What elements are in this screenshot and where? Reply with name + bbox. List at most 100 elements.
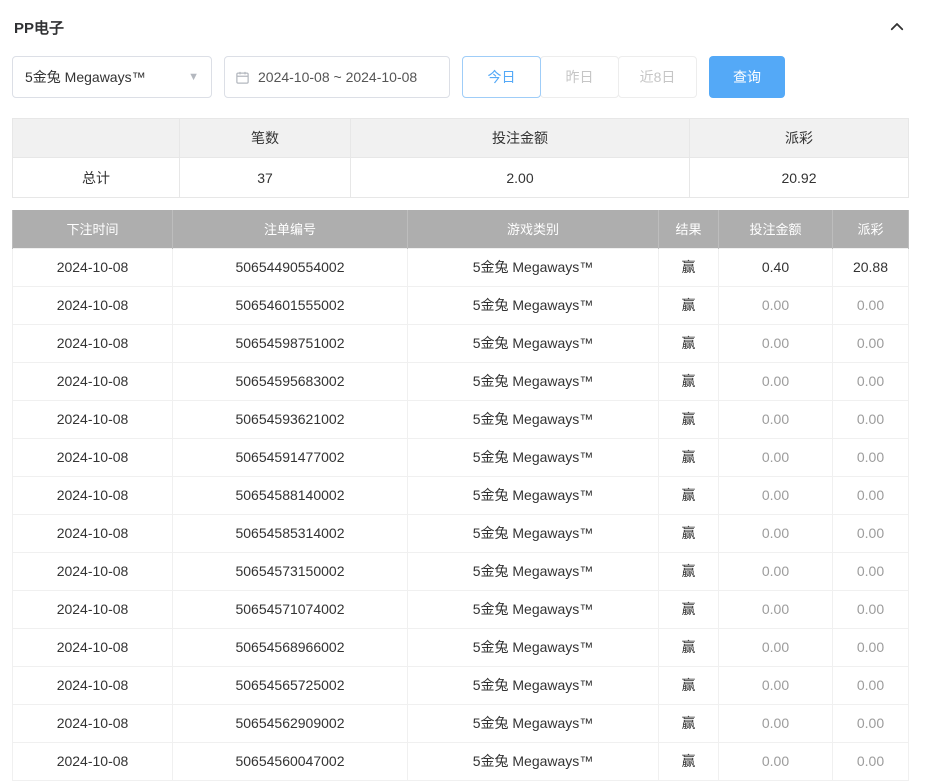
table-cell: 赢 — [659, 286, 719, 324]
table-cell: 赢 — [659, 438, 719, 476]
table-cell: 2024-10-08 — [13, 476, 173, 514]
table-cell: 赢 — [659, 324, 719, 362]
table-cell: 2024-10-08 — [13, 628, 173, 666]
table-cell: 50654573150002 — [173, 552, 408, 590]
table-cell: 2024-10-08 — [13, 324, 173, 362]
table-cell: 0.00 — [833, 742, 909, 780]
table-cell: 0.00 — [833, 590, 909, 628]
collapse-button[interactable] — [886, 16, 908, 38]
table-cell: 赢 — [659, 362, 719, 400]
table-cell: 5金兔 Megaways™ — [408, 324, 659, 362]
table-cell: 50654591477002 — [173, 438, 408, 476]
date-range-picker[interactable]: 2024-10-08 ~ 2024-10-08 — [224, 56, 450, 98]
table-cell: 50654490554002 — [173, 248, 408, 286]
date-range-value: 2024-10-08 ~ 2024-10-08 — [258, 69, 417, 85]
summary-total-bet-amount: 2.00 — [351, 158, 690, 198]
table-cell: 2024-10-08 — [13, 590, 173, 628]
table-cell: 50654565725002 — [173, 666, 408, 704]
table-cell: 赢 — [659, 704, 719, 742]
table-cell: 0.00 — [719, 552, 833, 590]
table-cell: 5金兔 Megaways™ — [408, 248, 659, 286]
table-cell: 0.00 — [719, 514, 833, 552]
table-cell: 20.88 — [833, 248, 909, 286]
last-8-days-button[interactable]: 近8日 — [618, 56, 697, 98]
table-cell: 2024-10-08 — [13, 438, 173, 476]
calendar-icon — [235, 70, 250, 85]
table-cell: 5金兔 Megaways™ — [408, 704, 659, 742]
table-cell: 0.40 — [719, 248, 833, 286]
today-button[interactable]: 今日 — [462, 56, 541, 98]
table-cell: 0.00 — [719, 590, 833, 628]
bet-rows: 2024-10-08506544905540025金兔 Megaways™赢0.… — [13, 248, 909, 780]
table-cell: 0.00 — [833, 514, 909, 552]
table-cell: 赢 — [659, 742, 719, 780]
table-cell: 5金兔 Megaways™ — [408, 362, 659, 400]
game-select-value: 5金兔 Megaways™ — [25, 67, 146, 87]
col-header-bet-amount: 投注金额 — [719, 210, 833, 248]
table-row: 2024-10-08506545853140025金兔 Megaways™赢0.… — [13, 514, 909, 552]
table-cell: 50654598751002 — [173, 324, 408, 362]
table-cell: 2024-10-08 — [13, 286, 173, 324]
table-cell: 0.00 — [833, 476, 909, 514]
table-cell: 2024-10-08 — [13, 666, 173, 704]
bet-records-table: 下注时间 注单编号 游戏类别 结果 投注金额 派彩 2024-10-085065… — [12, 210, 909, 781]
quick-date-buttons: 今日 昨日 近8日 — [462, 56, 697, 98]
table-cell: 赢 — [659, 514, 719, 552]
col-header-result: 结果 — [659, 210, 719, 248]
table-cell: 0.00 — [719, 628, 833, 666]
summary-header-count: 笔数 — [180, 119, 351, 158]
col-header-payout: 派彩 — [833, 210, 909, 248]
table-cell: 赢 — [659, 400, 719, 438]
table-cell: 0.00 — [833, 324, 909, 362]
chevron-down-icon: ▼ — [188, 71, 199, 83]
col-header-game-category: 游戏类别 — [408, 210, 659, 248]
table-cell: 5金兔 Megaways™ — [408, 476, 659, 514]
table-cell: 0.00 — [833, 552, 909, 590]
table-cell: 2024-10-08 — [13, 742, 173, 780]
summary-header-bet-amount: 投注金额 — [351, 119, 690, 158]
yesterday-button[interactable]: 昨日 — [540, 56, 619, 98]
table-cell: 5金兔 Megaways™ — [408, 514, 659, 552]
game-select[interactable]: 5金兔 Megaways™ ▼ — [12, 56, 212, 98]
summary-total-row: 总计 37 2.00 20.92 — [13, 158, 909, 198]
table-cell: 0.00 — [719, 666, 833, 704]
table-cell: 5金兔 Megaways™ — [408, 400, 659, 438]
query-button[interactable]: 查询 — [709, 56, 785, 98]
table-cell: 0.00 — [833, 628, 909, 666]
table-row: 2024-10-08506545657250025金兔 Megaways™赢0.… — [13, 666, 909, 704]
table-cell: 50654568966002 — [173, 628, 408, 666]
table-cell: 5金兔 Megaways™ — [408, 742, 659, 780]
table-cell: 2024-10-08 — [13, 514, 173, 552]
table-cell: 0.00 — [719, 704, 833, 742]
col-header-bet-time: 下注时间 — [13, 210, 173, 248]
table-cell: 5金兔 Megaways™ — [408, 628, 659, 666]
table-cell: 0.00 — [833, 704, 909, 742]
table-cell: 50654595683002 — [173, 362, 408, 400]
table-row: 2024-10-08506545731500025金兔 Megaways™赢0.… — [13, 552, 909, 590]
table-cell: 赢 — [659, 666, 719, 704]
table-cell: 2024-10-08 — [13, 362, 173, 400]
table-cell: 0.00 — [719, 476, 833, 514]
table-cell: 赢 — [659, 248, 719, 286]
summary-header-payout: 派彩 — [690, 119, 909, 158]
table-cell: 赢 — [659, 552, 719, 590]
table-cell: 赢 — [659, 628, 719, 666]
table-cell: 50654585314002 — [173, 514, 408, 552]
table-cell: 0.00 — [719, 286, 833, 324]
table-cell: 50654562909002 — [173, 704, 408, 742]
table-cell: 0.00 — [833, 438, 909, 476]
table-row: 2024-10-08506545689660025金兔 Megaways™赢0.… — [13, 628, 909, 666]
table-cell: 50654593621002 — [173, 400, 408, 438]
filter-row: 5金兔 Megaways™ ▼ 2024-10-08 ~ 2024-10-08 … — [12, 56, 908, 98]
table-cell: 0.00 — [719, 362, 833, 400]
table-cell: 5金兔 Megaways™ — [408, 552, 659, 590]
summary-table: 笔数 投注金额 派彩 总计 37 2.00 20.92 — [12, 118, 909, 198]
panel-header: PP电子 — [12, 14, 908, 40]
table-cell: 2024-10-08 — [13, 400, 173, 438]
table-row: 2024-10-08506545600470025金兔 Megaways™赢0.… — [13, 742, 909, 780]
table-cell: 5金兔 Megaways™ — [408, 590, 659, 628]
table-cell: 赢 — [659, 590, 719, 628]
table-cell: 0.00 — [719, 742, 833, 780]
summary-header-row: 笔数 投注金额 派彩 — [13, 119, 909, 158]
table-cell: 2024-10-08 — [13, 248, 173, 286]
